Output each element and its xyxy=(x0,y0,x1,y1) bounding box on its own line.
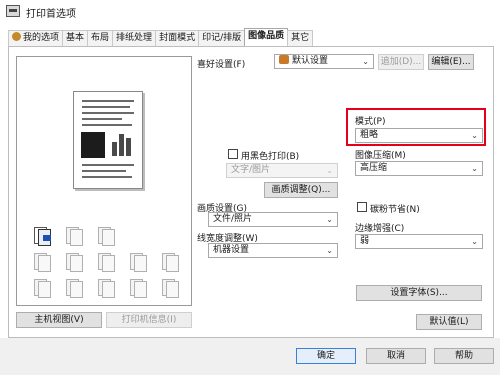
users-icon xyxy=(95,277,117,299)
chevron-down-icon: ⌄ xyxy=(326,215,333,224)
edit-button[interactable]: 编辑(E)... xyxy=(428,54,474,70)
printer-icon xyxy=(6,5,20,17)
quality-adjust-button[interactable]: 画质调整(Q)... xyxy=(264,182,338,198)
user-icon xyxy=(12,32,21,41)
host-view-button[interactable]: 主机视图(V) xyxy=(16,312,102,328)
image-icon xyxy=(127,251,149,273)
tab-cover-mode[interactable]: 封面模式 xyxy=(155,30,200,46)
tab-output[interactable]: 排纸处理 xyxy=(112,30,157,46)
window-title: 打印首选项 xyxy=(26,9,76,20)
line-width-value: 机器设置 xyxy=(213,245,250,255)
text-line xyxy=(82,112,134,114)
font-icon xyxy=(95,251,117,273)
preview-pane xyxy=(16,56,192,306)
book-icon xyxy=(159,277,181,299)
copies-icon xyxy=(95,225,117,247)
text-line xyxy=(82,106,130,108)
tab-basic[interactable]: 基本 xyxy=(62,30,89,46)
chevron-down-icon: ⌄ xyxy=(326,166,333,175)
image-quality-function-icon[interactable] xyxy=(31,225,53,247)
title-bar: 打印首选项 xyxy=(0,0,500,24)
compression-label: 图像压缩(M) xyxy=(355,151,406,161)
toner-save-label: 碳粉节省(N) xyxy=(370,205,420,215)
edge-enhance-value: 弱 xyxy=(360,236,370,246)
favorites-value: 默认设置 xyxy=(292,56,329,66)
tab-label: 布局 xyxy=(91,33,110,43)
tab-stamp[interactable]: 印记/排版 xyxy=(198,30,246,46)
photo-thumbnail xyxy=(81,132,105,158)
tab-image-quality[interactable]: 图像品质 xyxy=(244,28,289,46)
function-icon-row xyxy=(31,277,181,299)
chart-bar xyxy=(112,142,117,156)
tab-label: 图像品质 xyxy=(248,31,285,41)
tab-other[interactable]: 其它 xyxy=(287,30,314,46)
collate-icon xyxy=(63,225,85,247)
chevron-down-icon: ⌄ xyxy=(471,164,478,173)
bw-mode-value: 文字/图片 xyxy=(231,165,271,175)
default-button[interactable]: 默认值(L) xyxy=(416,314,482,330)
tab-label: 排纸处理 xyxy=(116,33,153,43)
chevron-down-icon: ⌄ xyxy=(471,131,478,140)
text-line xyxy=(82,118,122,120)
booklet-icon xyxy=(63,251,85,273)
tab-bar: 我的选项 基本 布局 排纸处理 封面模式 印记/排版 图像品质 其它 xyxy=(8,28,314,46)
text-line xyxy=(82,124,132,126)
mode-value: 粗略 xyxy=(360,130,379,140)
ok-button[interactable]: 确定 xyxy=(296,348,356,364)
bw-print-label: 用黑色打印(B) xyxy=(241,152,300,162)
chart-bar xyxy=(126,138,131,156)
tab-my-options[interactable]: 我的选项 xyxy=(8,30,64,46)
text-line xyxy=(82,100,134,102)
duplex-icon xyxy=(31,251,53,273)
edge-enhance-select[interactable]: 弱 ⌄ xyxy=(355,234,483,249)
chevron-down-icon: ⌄ xyxy=(326,246,333,255)
compression-value: 高压缩 xyxy=(360,163,388,173)
tab-label: 基本 xyxy=(66,33,85,43)
tab-layout[interactable]: 布局 xyxy=(87,30,114,46)
compression-select[interactable]: 高压缩 ⌄ xyxy=(355,161,483,176)
image-settings-select[interactable]: 文件/照片 ⌄ xyxy=(208,212,338,227)
favorites-icon xyxy=(279,55,289,64)
font-settings-button[interactable]: 设置字体(S)... xyxy=(356,285,482,301)
mode-select[interactable]: 粗略 ⌄ xyxy=(355,128,483,143)
user-icon xyxy=(63,277,85,299)
chart-bar xyxy=(119,134,124,156)
mode-label: 模式(P) xyxy=(355,117,386,127)
tab-label: 其它 xyxy=(291,33,310,43)
tab-label: 印记/排版 xyxy=(202,33,242,43)
tab-label: 封面模式 xyxy=(159,33,196,43)
help-button[interactable]: 帮助 xyxy=(434,348,494,364)
text-line xyxy=(82,170,126,172)
favorites-label: 喜好设置(F) xyxy=(197,60,246,70)
favorites-select[interactable]: 默认设置 ⌄ xyxy=(274,54,374,69)
cancel-button[interactable]: 取消 xyxy=(366,348,426,364)
text-line xyxy=(82,164,134,166)
page-preview xyxy=(73,91,143,189)
chevron-down-icon: ⌄ xyxy=(362,57,369,66)
lock-icon xyxy=(159,251,181,273)
function-icon-row xyxy=(31,251,181,273)
toner-save-checkbox[interactable] xyxy=(357,202,367,212)
text-line xyxy=(82,176,132,178)
staple-icon xyxy=(31,277,53,299)
bw-print-checkbox[interactable] xyxy=(228,149,238,159)
edit-icon xyxy=(127,277,149,299)
chevron-down-icon: ⌄ xyxy=(471,237,478,246)
edge-enhance-label: 边缘增强(C) xyxy=(355,224,405,234)
tab-label: 我的选项 xyxy=(23,33,60,43)
bw-mode-select[interactable]: 文字/图片 ⌄ xyxy=(226,163,338,178)
printer-info-button[interactable]: 打印机信息(I) xyxy=(106,312,192,328)
function-icon-row xyxy=(31,225,117,247)
line-width-select[interactable]: 机器设置 ⌄ xyxy=(208,243,338,258)
image-settings-value: 文件/照片 xyxy=(213,214,253,224)
add-button[interactable]: 追加(D)... xyxy=(378,54,424,70)
